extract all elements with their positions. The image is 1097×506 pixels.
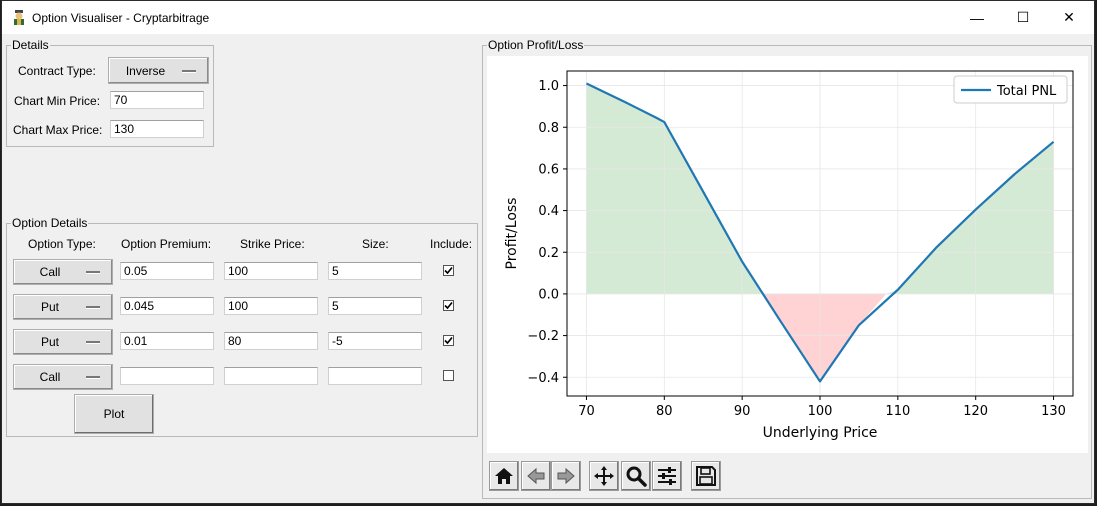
y-tick-label: 0.0 [538, 287, 559, 302]
include-checkbox[interactable] [443, 300, 454, 311]
save-icon [696, 466, 716, 486]
header-option-premium: Option Premium: [121, 237, 212, 251]
chart-max-price-input[interactable]: 130 [110, 120, 204, 138]
x-tick-label: 100 [808, 404, 833, 419]
close-button[interactable]: ✕ [1046, 1, 1092, 34]
details-legend: Details [12, 38, 49, 52]
y-axis-label: Profit/Loss [504, 198, 520, 270]
minimize-button[interactable]: — [954, 1, 1000, 34]
toolbar-configure-subplots-button[interactable] [652, 461, 682, 491]
checkmark-icon [444, 266, 453, 275]
strike-price-input[interactable]: 80 [224, 332, 318, 350]
back-icon [527, 467, 545, 485]
close-icon: ✕ [1063, 9, 1075, 25]
pan-icon [594, 466, 614, 486]
dropdown-indicator-icon [86, 271, 100, 273]
y-tick-label: −0.4 [527, 371, 559, 386]
profit-fill-left [586, 83, 762, 294]
include-checkbox[interactable] [443, 370, 454, 381]
chart-max-price-label: Chart Max Price: [13, 123, 103, 137]
option-type-value: Call [39, 370, 61, 384]
option-type-dropdown[interactable]: Put [13, 294, 113, 320]
zoom-icon [626, 466, 647, 487]
x-tick-label: 130 [1041, 404, 1066, 419]
pnl-figure: 70 80 90 100 110 120 130 −0.4 −0.2 0.0 0.2 0.4 0.6 0.… [487, 56, 1088, 453]
header-size: Size: [362, 237, 389, 251]
dropdown-indicator-icon [86, 376, 100, 378]
option-type-dropdown[interactable]: Call [13, 259, 113, 285]
strike-price-input[interactable]: 100 [224, 262, 318, 280]
y-tick-label: 0.6 [538, 162, 559, 177]
size-input[interactable]: 5 [328, 262, 422, 280]
home-icon [495, 468, 513, 484]
option-type-value: Call [39, 265, 61, 279]
y-tick-label: 0.8 [538, 121, 559, 136]
option-premium-input[interactable] [120, 367, 214, 385]
dropdown-indicator-icon [86, 306, 100, 308]
pnl-chart: 70 80 90 100 110 120 130 −0.4 −0.2 0.0 0.2 0.4 0.6 0.… [504, 70, 1074, 441]
forward-icon [557, 467, 575, 485]
maximize-button[interactable]: ☐ [1000, 1, 1046, 34]
chart-min-price-input[interactable]: 70 [110, 91, 204, 109]
legend-label: Total PNL [996, 84, 1057, 99]
dropdown-indicator-icon [86, 341, 100, 343]
y-tick-label: 0.2 [538, 246, 559, 261]
toolbar-home-button[interactable] [489, 461, 519, 491]
x-tick-label: 120 [963, 404, 988, 419]
contract-type-dropdown[interactable]: Inverse [108, 57, 209, 84]
size-input[interactable]: 5 [328, 297, 422, 315]
title-bar: Option Visualiser - Cryptarbitrage — ☐ ✕ [2, 1, 1094, 34]
option-type-dropdown[interactable]: Call [13, 364, 113, 390]
contract-type-label: Contract Type: [18, 64, 96, 78]
y-tick-label: 1.0 [538, 79, 559, 94]
y-tick-label: −0.2 [527, 329, 559, 344]
profit-loss-legend: Option Profit/Loss [488, 38, 584, 52]
app-window: Option Visualiser - Cryptarbitrage — ☐ ✕… [1, 0, 1095, 504]
configure-subplots-icon [658, 467, 676, 485]
x-axis-label: Underlying Price [763, 425, 878, 441]
minimize-icon: — [970, 9, 984, 26]
toolbar-zoom-button[interactable] [621, 461, 651, 491]
window-title: Option Visualiser - Cryptarbitrage [32, 11, 210, 25]
chart-min-price-label: Chart Min Price: [14, 94, 101, 108]
toolbar-save-button[interactable] [691, 461, 721, 491]
plot-button[interactable]: Plot [74, 394, 154, 434]
toolbar-forward-button[interactable] [551, 461, 581, 491]
maximize-icon: ☐ [1016, 9, 1030, 25]
option-type-value: Put [40, 300, 59, 314]
x-tick-label: 110 [885, 404, 910, 419]
dropdown-indicator-icon [182, 69, 196, 72]
option-premium-input[interactable]: 0.045 [120, 297, 214, 315]
include-checkbox[interactable] [443, 335, 454, 346]
loss-fill [761, 293, 887, 382]
size-input[interactable]: -5 [328, 332, 422, 350]
contract-type-value: Inverse [125, 63, 166, 78]
header-include: Include: [430, 237, 473, 251]
y-tick-label: 0.4 [538, 204, 559, 219]
size-input[interactable] [328, 367, 422, 385]
x-tick-label: 70 [578, 404, 595, 419]
plot-button-label: Plot [103, 407, 125, 421]
x-tick-label: 90 [734, 404, 751, 419]
header-option-type: Option Type: [28, 237, 96, 251]
header-strike-price: Strike Price: [240, 237, 305, 251]
option-details-legend: Option Details [12, 216, 88, 230]
app-icon [14, 10, 24, 25]
option-type-dropdown[interactable]: Put [13, 329, 113, 355]
option-type-value: Put [40, 335, 59, 349]
include-checkbox[interactable] [443, 265, 454, 276]
option-premium-input[interactable]: 0.05 [120, 262, 214, 280]
profit-fill-right [886, 141, 1054, 294]
strike-price-input[interactable] [224, 367, 318, 385]
checkmark-icon [444, 301, 453, 310]
x-tick-label: 80 [656, 404, 673, 419]
checkmark-icon [444, 336, 453, 345]
toolbar-back-button[interactable] [521, 461, 551, 491]
option-premium-input[interactable]: 0.01 [120, 332, 214, 350]
toolbar-pan-button[interactable] [589, 461, 619, 491]
plot-toolbar [487, 457, 1088, 493]
strike-price-input[interactable]: 100 [224, 297, 318, 315]
